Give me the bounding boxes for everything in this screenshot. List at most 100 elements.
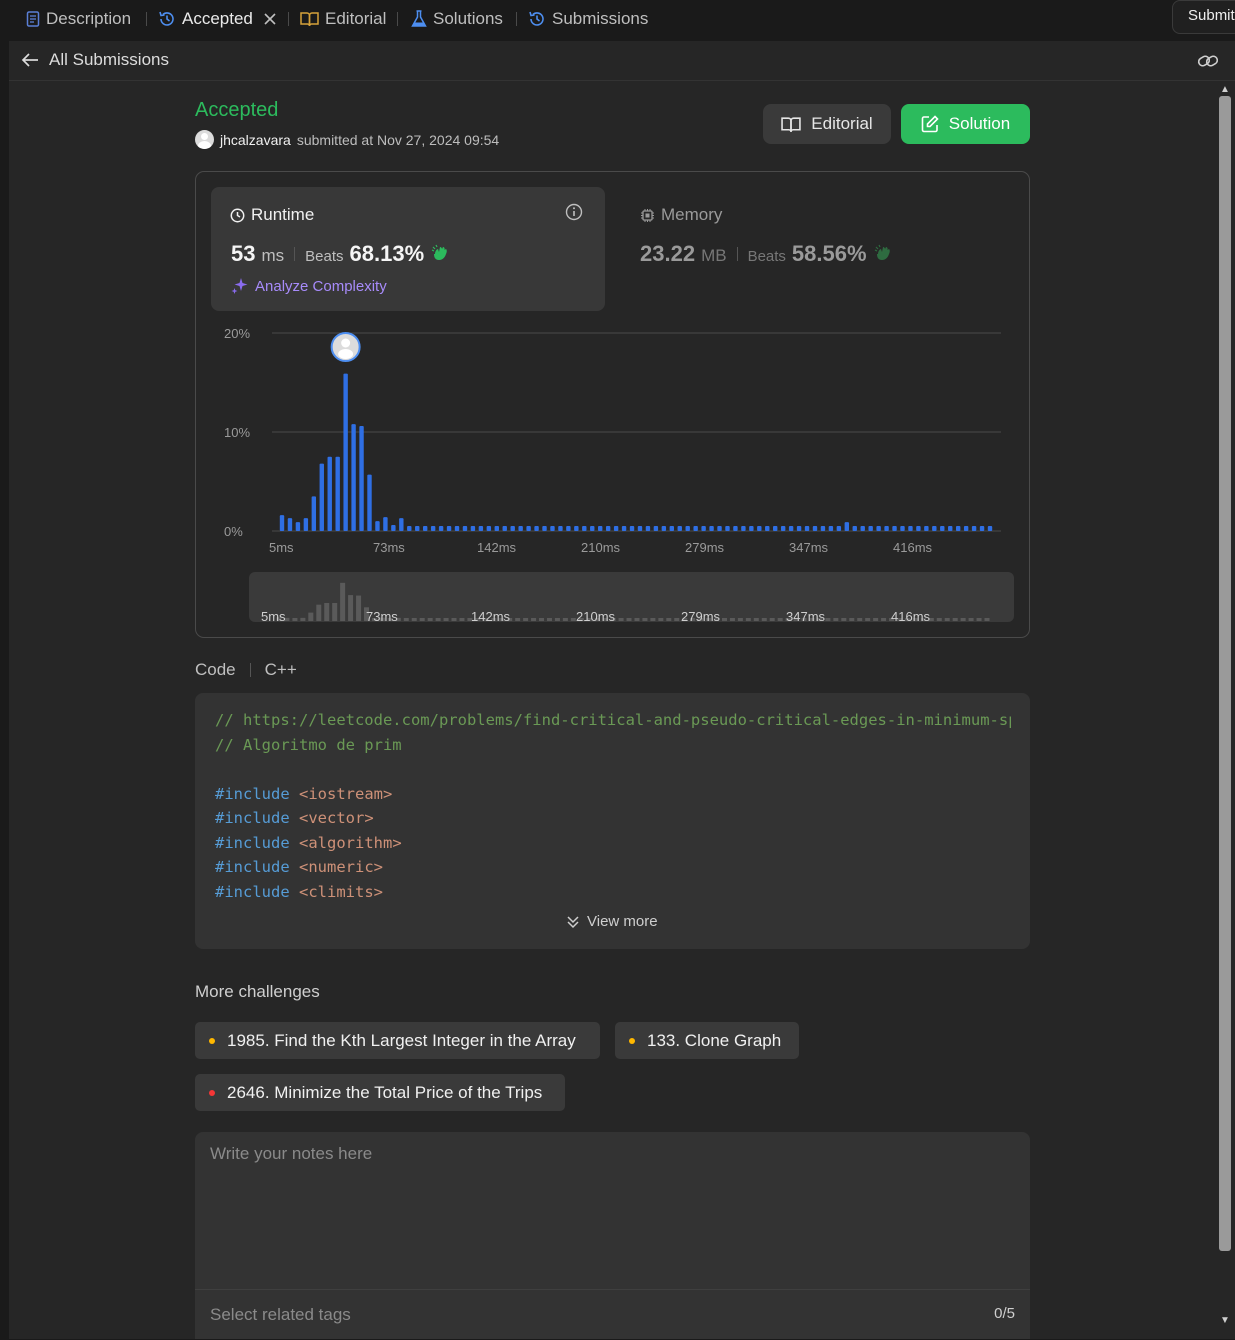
overview-bar bbox=[873, 618, 879, 621]
overview-bar bbox=[562, 618, 568, 621]
overview-bar bbox=[658, 618, 664, 621]
chart-bar bbox=[860, 526, 865, 531]
code-keyword: #include bbox=[215, 858, 290, 876]
code-block[interactable]: // https://leetcode.com/problems/find-cr… bbox=[195, 693, 1030, 949]
submit-button[interactable]: Submit bbox=[1172, 0, 1235, 34]
info-icon[interactable] bbox=[565, 203, 583, 221]
chart-bar bbox=[765, 526, 770, 531]
tab-submissions[interactable]: Submissions bbox=[528, 8, 648, 30]
chart-bar bbox=[916, 526, 921, 531]
tab-label: Description bbox=[46, 9, 132, 28]
book-icon bbox=[300, 12, 319, 27]
overview-bar bbox=[976, 618, 982, 621]
challenge-chip[interactable]: 2646. Minimize the Total Price of the Tr… bbox=[195, 1074, 565, 1111]
chart-bar bbox=[908, 526, 913, 531]
runtime-distribution-chart[interactable]: 20% 10% 0% 5ms 73ms 142ms 210ms 279ms 347ms 416ms… bbox=[196, 320, 1021, 630]
code-keyword: #include bbox=[215, 784, 290, 803]
tab-accepted[interactable]: Accepted bbox=[158, 8, 277, 30]
all-submissions-link[interactable]: All Submissions bbox=[21, 50, 169, 70]
chart-bar bbox=[566, 526, 571, 531]
challenge-chip[interactable]: 1985. Find the Kth Largest Integer in th… bbox=[195, 1022, 600, 1059]
chart-bar bbox=[621, 526, 627, 531]
submission-meta: jhcalzavara submitted at Nov 27, 2024 09… bbox=[195, 130, 499, 149]
username-link[interactable]: jhcalzavara bbox=[220, 132, 291, 148]
chart-bar bbox=[582, 526, 587, 531]
solution-button[interactable]: Solution bbox=[901, 104, 1030, 144]
chart-bar bbox=[955, 526, 961, 531]
chart-bar bbox=[979, 526, 985, 531]
code-language: C++ bbox=[264, 660, 297, 679]
tags-selector[interactable]: Select related tags 0/5 bbox=[195, 1289, 1030, 1340]
chart-bar bbox=[311, 496, 317, 531]
chart-bar bbox=[780, 526, 786, 531]
overview-bar bbox=[857, 618, 863, 621]
editorial-label: Editorial bbox=[811, 114, 873, 133]
chart-bar bbox=[717, 526, 722, 531]
overview-bar bbox=[769, 618, 775, 621]
avatar[interactable] bbox=[195, 130, 214, 149]
chart-bar bbox=[375, 521, 380, 531]
code-comment: // Algoritmo de prim bbox=[215, 735, 402, 754]
challenge-chip[interactable]: 133. Clone Graph bbox=[615, 1022, 799, 1059]
chart-bar bbox=[971, 526, 977, 531]
chart-bar bbox=[526, 526, 531, 531]
memory-title[interactable]: Memory bbox=[640, 205, 722, 225]
overview-bar bbox=[674, 618, 680, 621]
overview-bar bbox=[753, 618, 759, 621]
overview-bar bbox=[626, 618, 632, 621]
chart-bar bbox=[653, 526, 659, 531]
link-icon[interactable] bbox=[1197, 51, 1219, 71]
notes-editor[interactable]: Write your notes here Select related tag… bbox=[195, 1132, 1030, 1339]
chart-bar bbox=[478, 526, 484, 531]
chart-bar bbox=[892, 526, 897, 531]
tab-bar: Description Accepted Editorial Solutions… bbox=[0, 0, 1235, 40]
tab-editorial[interactable]: Editorial bbox=[300, 8, 386, 30]
overview-bar bbox=[777, 618, 783, 621]
tab-label: Accepted bbox=[182, 9, 253, 28]
analyze-complexity-link[interactable]: Analyze Complexity bbox=[231, 277, 387, 295]
scrollbar-thumb[interactable] bbox=[1219, 96, 1231, 1251]
more-challenges-title: More challenges bbox=[195, 982, 320, 1001]
chart-bar bbox=[693, 526, 698, 531]
chart-bar bbox=[820, 526, 826, 531]
chart-bar bbox=[701, 526, 706, 531]
chart-bar bbox=[454, 526, 460, 531]
chart-bar bbox=[510, 526, 515, 531]
chart-bar bbox=[677, 526, 682, 531]
memory-unit: MB bbox=[701, 246, 727, 265]
chart-bar bbox=[963, 526, 969, 531]
code-include-target: <climits> bbox=[299, 882, 383, 901]
chart-bar bbox=[287, 518, 293, 531]
scroll-up-arrow[interactable]: ▲ bbox=[1220, 84, 1230, 95]
view-more-button[interactable]: View more bbox=[566, 913, 658, 930]
chart-bar bbox=[669, 526, 674, 531]
overview-bar bbox=[356, 595, 362, 621]
scroll-down-arrow[interactable]: ▼ bbox=[1220, 1315, 1230, 1326]
view-more-label: View more bbox=[587, 913, 658, 930]
tab-description[interactable]: Description bbox=[26, 8, 131, 30]
difficulty-dot bbox=[209, 1089, 215, 1096]
chart-bar bbox=[605, 526, 611, 531]
chart-bar bbox=[844, 522, 850, 531]
overview-bar bbox=[411, 618, 417, 621]
overview-bar bbox=[865, 618, 871, 621]
chart-bar bbox=[438, 526, 444, 531]
challenge-label: 1985. Find the Kth Largest Integer in th… bbox=[227, 1030, 576, 1050]
chart-bar bbox=[327, 456, 332, 531]
chart-bar bbox=[661, 526, 667, 531]
chart-bar bbox=[804, 526, 810, 531]
chart-bar bbox=[828, 526, 834, 531]
chart-bar bbox=[558, 526, 563, 531]
code-line: #include <numeric> bbox=[215, 855, 1011, 880]
editorial-button[interactable]: Editorial bbox=[763, 104, 891, 144]
chart-bar bbox=[613, 526, 619, 531]
user-marker-head bbox=[341, 338, 351, 348]
chart-bar bbox=[741, 526, 746, 531]
tags-placeholder: Select related tags bbox=[210, 1305, 351, 1324]
chart-bar bbox=[430, 526, 436, 531]
chart-bar bbox=[542, 526, 547, 531]
chart-bar bbox=[836, 526, 842, 531]
close-icon[interactable] bbox=[263, 12, 277, 26]
chart-bar bbox=[629, 526, 635, 531]
tab-solutions[interactable]: Solutions bbox=[411, 8, 503, 30]
